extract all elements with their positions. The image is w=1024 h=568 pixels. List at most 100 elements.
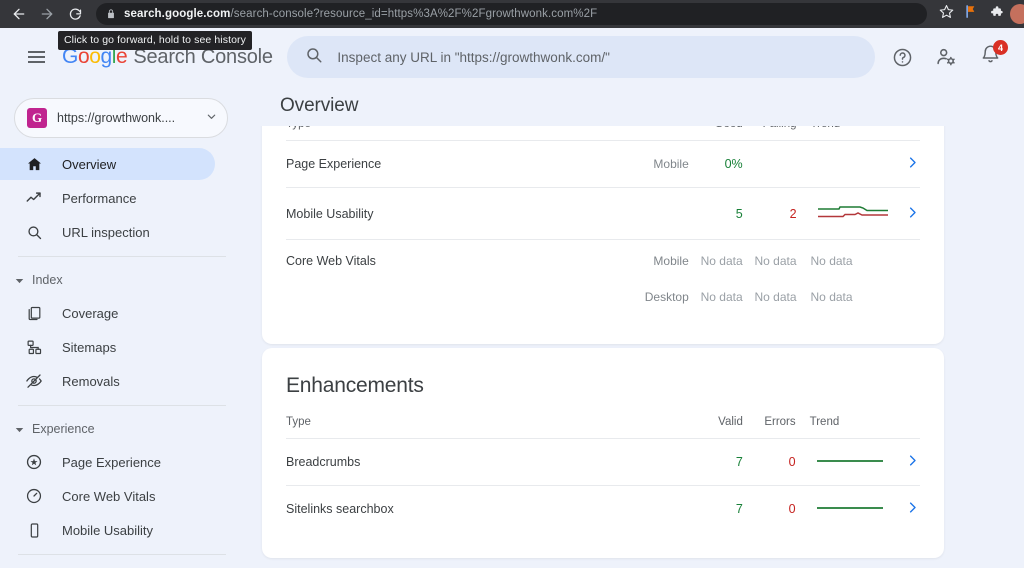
column-errors: Errors <box>764 416 796 428</box>
sparkline-flat-green <box>816 501 888 518</box>
sidebar-item-coverage[interactable]: Coverage <box>0 297 240 329</box>
sidebar-divider <box>18 554 226 555</box>
table-row[interactable]: Page Experience Mobile 0% <box>286 140 920 188</box>
sidebar-item-label: Removals <box>62 373 120 389</box>
chevron-down-icon <box>206 109 217 127</box>
row-device <box>622 187 689 240</box>
enhancements-table: Type Valid Errors Trend Breadcrumbs 7 0 … <box>286 402 920 532</box>
row-device: Mobile <box>622 140 689 188</box>
row-type <box>286 282 623 318</box>
row-spacer <box>630 485 691 532</box>
table-row[interactable]: Breadcrumbs 7 0 <box>286 438 920 486</box>
scroll-area[interactable]: Experience Type Good Failing Trend <box>240 86 1024 568</box>
main-content: Experience Type Good Failing Trend <box>240 86 1024 568</box>
sidebar-item-core-web-vitals[interactable]: Core Web Vitals <box>0 480 240 512</box>
sidebar-item-label: Coverage <box>62 305 119 321</box>
row-spacer <box>630 438 691 486</box>
chevron-right-icon <box>905 205 920 220</box>
experience-table: Type Good Failing Trend Page Experience … <box>286 104 920 318</box>
sidebar-item-page-experience[interactable]: Page Experience <box>0 446 240 478</box>
page-experience-icon <box>24 452 44 472</box>
row-good: 0% <box>688 140 743 188</box>
sidebar-group-index[interactable]: Index <box>0 265 240 295</box>
row-device: Desktop <box>644 290 689 304</box>
sidebar-group-label: Experience <box>32 422 95 436</box>
table-header-row: Type Valid Errors Trend <box>286 402 920 439</box>
row-chevron <box>889 282 920 318</box>
hamburger-menu-icon[interactable] <box>16 37 56 77</box>
back-button[interactable] <box>6 1 32 27</box>
sidebar-item-url-inspection[interactable]: URL inspection <box>0 216 240 248</box>
sidebar: G https://growthwonk.... Overview Perfor… <box>0 86 240 568</box>
chevron-right-icon <box>905 500 920 515</box>
eye-off-icon <box>24 371 44 391</box>
sidebar-divider <box>18 405 226 406</box>
flag-extension-icon[interactable] <box>964 4 979 24</box>
sidebar-item-performance[interactable]: Performance <box>0 182 240 214</box>
property-selector[interactable]: G https://growthwonk.... <box>14 98 228 138</box>
sidebar-divider <box>18 256 226 257</box>
trending-up-icon <box>24 188 44 208</box>
row-trend <box>796 187 889 240</box>
row-type: Page Experience <box>286 140 623 188</box>
profile-avatar[interactable] <box>1010 4 1024 24</box>
table-row[interactable]: Core Web Vitals Mobile No data No data N… <box>286 239 920 282</box>
sidebar-item-sitemaps[interactable]: Sitemaps <box>0 331 240 363</box>
browser-toolbar: search.google.com/search-console?resourc… <box>0 0 1024 28</box>
chevron-right-icon <box>905 453 920 468</box>
help-icon[interactable] <box>890 45 914 69</box>
row-valid: 7 <box>691 438 743 486</box>
arrow-left-icon <box>11 6 27 22</box>
star-icon[interactable] <box>939 4 954 24</box>
notifications-bell[interactable]: 4 <box>978 40 1008 69</box>
row-chevron[interactable] <box>888 438 920 486</box>
url-path: /search-console?resource_id=https%3A%2F%… <box>230 8 598 20</box>
search-placeholder: Inspect any URL in "https://growthwonk.c… <box>337 49 610 65</box>
reload-icon <box>68 7 83 22</box>
table-row[interactable]: Desktop No data No data No data <box>286 282 920 318</box>
sidebar-group-experience[interactable]: Experience <box>0 414 240 444</box>
sparkline-flat-green <box>816 454 888 471</box>
row-chevron[interactable] <box>888 485 920 532</box>
sidebar-item-removals[interactable]: Removals <box>0 365 240 397</box>
row-type: Mobile Usability <box>286 187 623 240</box>
account-settings-icon[interactable] <box>934 45 958 69</box>
brand: Google Search Console Click to go forwar… <box>58 31 273 69</box>
table-row[interactable]: Sitelinks searchbox 7 0 <box>286 485 920 532</box>
chevron-right-icon <box>905 155 920 170</box>
sitemap-icon <box>24 337 44 357</box>
row-trend <box>795 485 889 532</box>
sidebar-item-mobile-usability[interactable]: Mobile Usability <box>0 514 240 546</box>
search-icon <box>24 222 44 242</box>
table-row[interactable]: Mobile Usability 5 2 <box>286 187 920 240</box>
puzzle-piece-icon[interactable] <box>989 4 1004 24</box>
search-icon <box>305 46 323 69</box>
notifications-badge: 4 <box>993 40 1008 55</box>
sidebar-group-label: Index <box>32 273 63 287</box>
column-spacer <box>630 402 691 439</box>
row-failing: No data <box>754 290 797 304</box>
url-inspection-search[interactable]: Inspect any URL in "https://growthwonk.c… <box>287 36 876 78</box>
sidebar-item-label: Sitemaps <box>62 339 117 355</box>
sparkline-green-red <box>817 202 889 225</box>
forward-button[interactable] <box>34 1 60 27</box>
forward-button-tooltip: Click to go forward, hold to see history <box>58 31 252 50</box>
caret-down-icon <box>14 276 24 285</box>
row-type: Core Web Vitals <box>286 239 623 282</box>
row-trend <box>796 140 889 188</box>
page-title: Overview <box>280 95 359 116</box>
row-trend <box>795 438 889 486</box>
row-chevron[interactable] <box>888 140 920 188</box>
property-favicon: G <box>27 108 47 128</box>
sidebar-group-enhancements[interactable]: Enhancements <box>0 563 240 568</box>
row-good: 5 <box>688 187 743 240</box>
address-bar[interactable]: search.google.com/search-console?resourc… <box>96 3 927 25</box>
row-chevron <box>888 239 920 282</box>
reload-button[interactable] <box>62 1 88 27</box>
sidebar-item-overview[interactable]: Overview <box>0 148 215 180</box>
column-valid: Valid <box>718 416 743 428</box>
sidebar-item-label: Page Experience <box>62 454 162 470</box>
row-good: No data <box>700 290 743 304</box>
row-device: Mobile <box>622 239 689 282</box>
row-chevron[interactable] <box>888 187 920 240</box>
